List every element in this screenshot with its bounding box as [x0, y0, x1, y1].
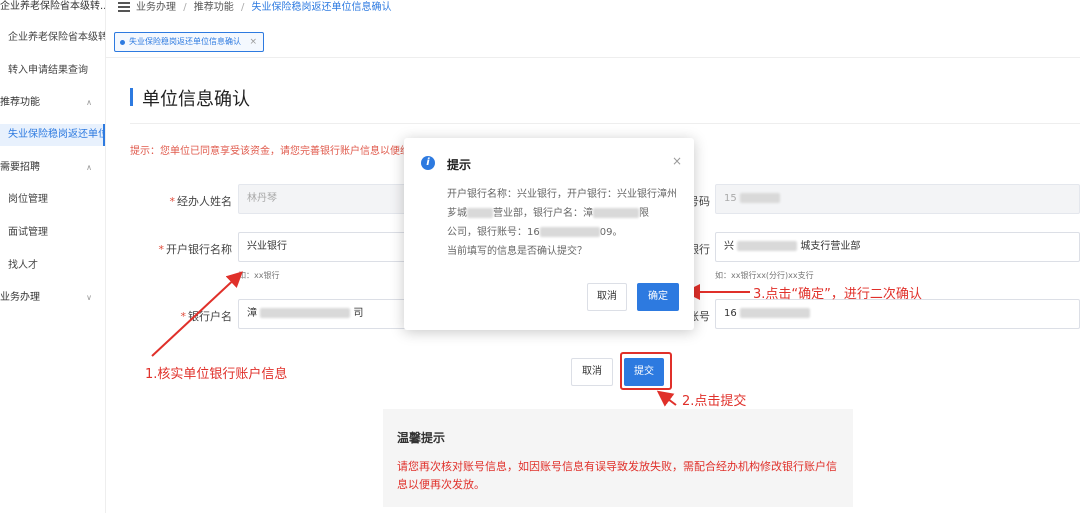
annotation-step2: 2.点击提交	[682, 394, 747, 409]
tips-text: 请您再次核对账号信息，如因账号信息有误导致发放失败，需配合经办机构修改银行账户信…	[397, 460, 837, 491]
info-icon: i	[421, 156, 435, 170]
dialog-text: 芗城	[447, 208, 467, 219]
annotation-step1: 1.核实单位银行账户信息	[145, 367, 288, 382]
arrow-to-bank-info	[151, 271, 243, 357]
annotation-step3: 3.点击“确定”，进行二次确认	[753, 287, 922, 302]
dialog-line: 公司，银行账号：16 09。	[447, 223, 677, 242]
dialog-body: 开户银行名称：兴业银行，开户银行：兴业银行漳州 芗城 营业部，银行户名：漳 限 公司…	[447, 185, 677, 261]
close-icon[interactable]: ×	[672, 154, 682, 168]
dialog-line: 芗城 营业部，银行户名：漳 限	[447, 204, 677, 223]
dialog-text: 营业部，银行户名：漳	[493, 208, 593, 219]
dialog-confirm-button[interactable]: 确定	[637, 283, 679, 311]
dialog-text: 09。	[599, 227, 623, 238]
dialog-cancel-button[interactable]: 取消	[587, 283, 627, 311]
confirm-dialog: i 提示 × 开户银行名称：兴业银行，开户银行：兴业银行漳州 芗城 营业部，银行户…	[404, 138, 694, 330]
dialog-text: 限	[639, 208, 649, 219]
dialog-line: 开户银行名称：兴业银行，开户银行：兴业银行漳州	[447, 189, 677, 200]
dialog-text: 公司，银行账号：16	[447, 227, 540, 238]
dialog-title: 提示	[447, 158, 472, 172]
arrow-to-submit	[656, 390, 677, 407]
dialog-line: 当前填写的信息是否确认提交？	[447, 246, 587, 257]
redacted-mark	[593, 208, 639, 218]
redacted-mark	[539, 227, 600, 237]
tips-box: 温馨提示 请您再次核对账号信息，如因账号信息有误导致发放失败，需配合经办机构修改…	[383, 409, 853, 507]
tips-title: 温馨提示	[397, 431, 446, 445]
redacted-mark	[467, 208, 493, 218]
